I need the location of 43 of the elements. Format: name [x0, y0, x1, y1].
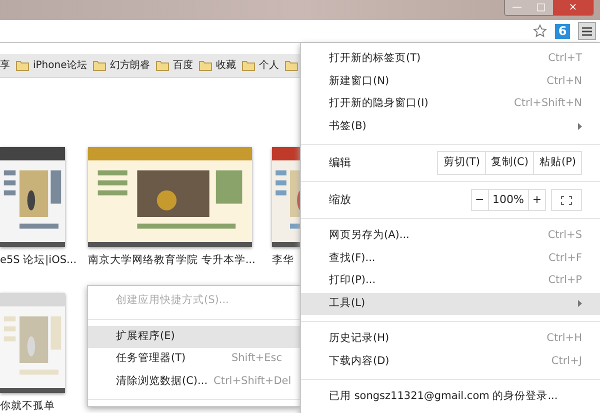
close-button[interactable]: ×: [553, 0, 593, 15]
menu-item[interactable]: 查找(F)... Ctrl+F: [301, 248, 600, 270]
menu-label: 编辑: [329, 154, 352, 171]
edit-button[interactable]: 复制(C): [484, 152, 534, 174]
zoom-out-button[interactable]: −: [472, 190, 488, 210]
bookmark[interactable]: 幻方朗睿: [92, 58, 150, 73]
bookmark[interactable]: 收藏: [198, 58, 236, 73]
bookmark[interactable]: 享: [0, 58, 10, 73]
shortcut-label: Ctrl+T: [548, 51, 582, 66]
thumbnail-caption[interactable]: 南京大学网络教育学院 专升本学...: [88, 253, 256, 267]
menu-item[interactable]: 新建窗口(N) Ctrl+N: [301, 70, 600, 93]
thumbnail-caption[interactable]: 你就不孤单: [0, 399, 55, 413]
zoom-in-button[interactable]: +: [529, 190, 545, 210]
menu-item[interactable]: 打印(P)... Ctrl+P: [301, 270, 600, 292]
shortcut-label: Ctrl+N: [546, 74, 582, 89]
menu-item[interactable]: 工具(L): [301, 292, 600, 315]
zoom-level: 100%: [488, 190, 529, 210]
menu-item[interactable]: 已用 songsz11321@gmail.com 的身份登录...: [301, 386, 600, 408]
menu-item[interactable]: 历史记录(H) Ctrl+H: [301, 328, 600, 350]
shortcut-label: Ctrl+S: [548, 228, 582, 244]
shortcut-label: Ctrl+Shift+Del: [214, 374, 292, 389]
menu-item[interactable]: 网页另存为(A)... Ctrl+S: [301, 225, 600, 248]
shortcut-label: Shift+Esc: [231, 351, 282, 366]
bookmark[interactable]: 百度: [156, 58, 193, 73]
shortcut-label: Ctrl+J: [551, 354, 582, 369]
menu-label: 缩放: [329, 192, 352, 208]
shortcut-label: Ctrl+H: [546, 331, 582, 346]
menu-item[interactable]: 下载内容(D) Ctrl+J: [301, 350, 600, 373]
shortcut-label: Ctrl+F: [548, 250, 582, 266]
edit-button[interactable]: 剪切(T): [438, 152, 485, 174]
edit-button[interactable]: 粘贴(P): [533, 152, 581, 174]
menu-item[interactable]: 打开新的隐身窗口(I) Ctrl+Shift+N: [301, 93, 600, 116]
bookmark[interactable]: iPhone论坛: [16, 58, 87, 73]
menu-item[interactable]: 清除浏览数据(C)... Ctrl+Shift+Del: [88, 370, 300, 393]
menu-item[interactable]: 打开新的标签页(T) Ctrl+T: [301, 48, 600, 70]
menu-item[interactable]: 任务管理器(T) Shift+Esc: [88, 348, 300, 370]
shortcut-label: Ctrl+P: [548, 273, 582, 288]
thumbnail-caption[interactable]: e5S 论坛|iOS...: [0, 253, 77, 267]
bookmark[interactable]: 个人: [242, 58, 279, 73]
thumbnail-caption[interactable]: 李华: [272, 253, 294, 267]
shortcut-label: Ctrl+Shift+N: [514, 96, 582, 112]
menu-item[interactable]: 书签(B): [301, 116, 600, 138]
menu-item[interactable]: 扩展程序(E): [88, 326, 300, 348]
